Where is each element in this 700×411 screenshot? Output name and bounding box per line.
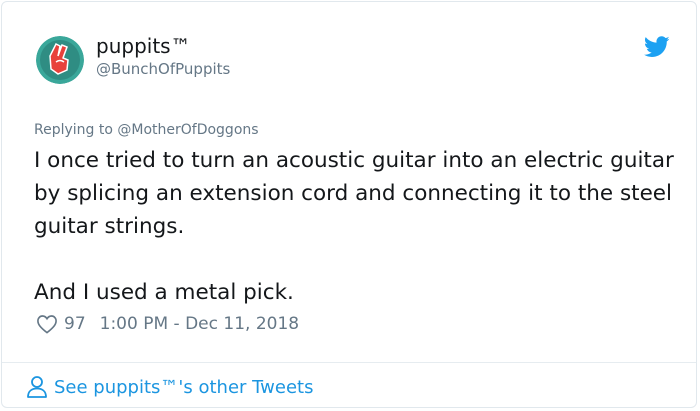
twitter-bird-icon[interactable] [643,36,670,58]
tweet-card: puppits™ @BunchOfPuppits Replying to @Mo… [1,1,697,408]
heart-icon[interactable] [36,314,58,334]
replying-to[interactable]: Replying to @MotherOfDoggons [34,122,259,138]
user-handle[interactable]: @BunchOfPuppits [96,60,230,78]
avatar[interactable] [36,36,84,84]
display-name[interactable]: puppits™ [96,34,191,58]
tweet-meta: 97 1:00 PM - Dec 11, 2018 [34,314,299,334]
like-count: 97 [64,314,86,334]
see-other-tweets-link[interactable]: See puppits™'s other Tweets [26,375,313,399]
divider [2,362,696,363]
peace-hand-logo-icon [36,36,84,84]
person-icon [27,376,47,398]
see-other-tweets-label[interactable]: See puppits™'s other Tweets [54,377,313,398]
tweet-text: I once tried to turn an acoustic guitar … [34,148,674,305]
timestamp[interactable]: 1:00 PM - Dec 11, 2018 [100,314,299,334]
